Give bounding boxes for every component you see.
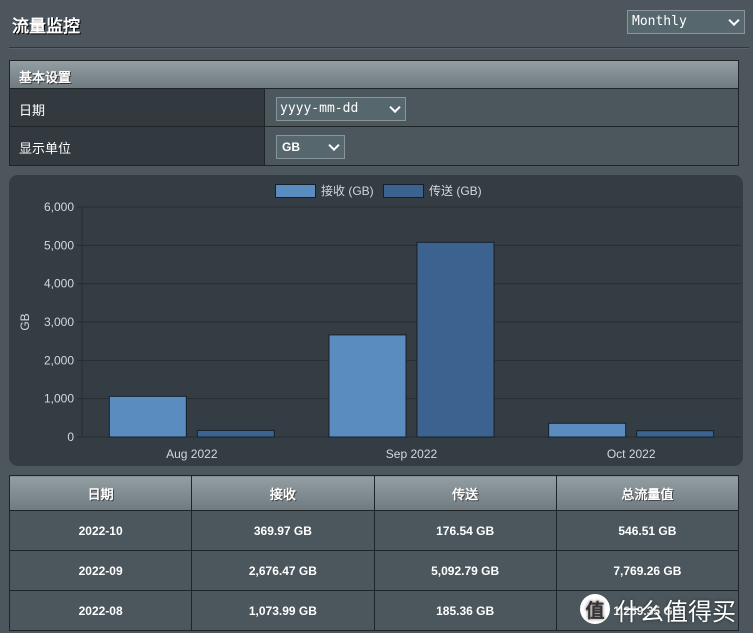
basic-settings-panel: 基本设置 日期 yyyy-mm-dd 显示单位 GB [9, 60, 739, 166]
cell-sent: 176.54 GB [373, 510, 557, 551]
x-tick-label: Sep 2022 [386, 447, 438, 461]
bar-received [328, 334, 407, 438]
cell-total: 546.51 GB [555, 510, 740, 551]
y-tick-label: 4,000 [44, 277, 74, 291]
legend-swatch-sent [383, 184, 424, 198]
legend-label-sent: 传送 (GB) [429, 183, 482, 198]
table-row: 2022-10 369.97 GB 176.54 GB 546.51 GB [8, 510, 740, 551]
cell-received: 369.97 GB [191, 510, 375, 551]
x-tick-label: Oct 2022 [607, 447, 656, 461]
legend-label-received: 接收 (GB) [321, 183, 374, 198]
bar-sent [636, 430, 715, 438]
bar-sent [196, 429, 275, 438]
cell-sent: 5,092.79 GB [373, 550, 557, 591]
cell-received: 2,676.47 GB [191, 550, 375, 591]
period-select-value: Monthly [632, 14, 687, 29]
page-title: 流量监控 [12, 17, 80, 36]
watermark-text: 什么值得买 [616, 598, 736, 626]
unit-select[interactable]: GB [276, 135, 345, 159]
col-header-received: 接收 [191, 475, 375, 511]
cell-date: 2022-10 [8, 510, 193, 551]
bar-sent [416, 241, 495, 438]
watermark: 值 什么值得买 [580, 590, 736, 628]
col-header-date: 日期 [8, 475, 193, 511]
traffic-bar-chart: 0 1,000 2,000 3,000 4,000 5,000 6,000 GB Aug 202… [18, 183, 741, 461]
date-format-value: yyyy-mm-dd [280, 101, 359, 116]
bar-received [548, 422, 627, 438]
col-header-total: 总流量值 [555, 475, 740, 511]
cell-received: 1,073.99 GB [191, 590, 375, 631]
table-header-row: 日期 接收 传送 总流量值 [8, 475, 740, 511]
bar-received [108, 395, 187, 438]
legend-swatch-received [275, 184, 316, 198]
col-header-sent: 传送 [373, 475, 557, 511]
y-tick-label: 2,000 [44, 353, 74, 367]
traffic-chart-panel: 0 1,000 2,000 3,000 4,000 5,000 6,000 GB Aug 202… [9, 175, 743, 466]
watermark-logo-icon: 值 [580, 594, 610, 624]
cell-total: 7,769.26 GB [555, 550, 740, 591]
cell-sent: 185.36 GB [373, 590, 557, 631]
period-select[interactable]: Monthly [627, 10, 745, 34]
chevron-down-icon [389, 101, 401, 114]
y-tick-label: 6,000 [44, 200, 74, 214]
settings-row-date: 日期 yyyy-mm-dd [10, 89, 738, 127]
date-label: 日期 [10, 89, 265, 126]
y-axis-title: GB [18, 313, 32, 330]
cell-date: 2022-09 [8, 550, 193, 591]
settings-row-unit: 显示单位 GB [10, 127, 738, 165]
x-tick-label: Aug 2022 [166, 447, 218, 461]
date-format-select[interactable]: yyyy-mm-dd [276, 97, 406, 121]
y-tick-label: 5,000 [44, 238, 74, 252]
y-tick-label: 3,000 [44, 315, 74, 329]
cell-date: 2022-08 [8, 590, 193, 631]
unit-label: 显示单位 [10, 127, 265, 165]
table-row: 2022-09 2,676.47 GB 5,092.79 GB 7,769.26… [8, 550, 740, 591]
chevron-down-icon [328, 139, 340, 152]
settings-section-title: 基本设置 [10, 61, 738, 89]
y-tick-label: 0 [67, 430, 74, 444]
chevron-down-icon [728, 14, 740, 27]
header-divider [9, 47, 749, 49]
y-tick-label: 1,000 [44, 392, 74, 406]
unit-value: GB [282, 140, 300, 154]
